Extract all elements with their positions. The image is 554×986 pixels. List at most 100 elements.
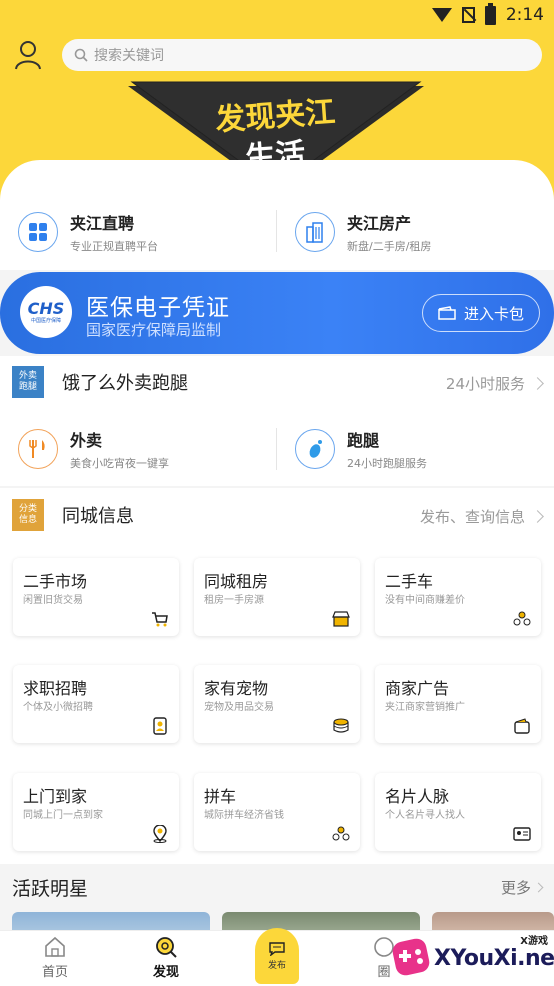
category-title: 求职招聘 xyxy=(23,679,88,698)
service-paotui[interactable]: 跑腿 24小时跑腿服务 xyxy=(295,427,427,471)
delivery-badge-line2: 跑腿 xyxy=(18,382,37,392)
category-title: 上门到家 xyxy=(23,787,88,806)
active-stars-more-label: 更多 xyxy=(500,879,531,897)
category-business-card[interactable]: 名片人脉 个人名片寻人找人 xyxy=(375,773,541,851)
chevron-right-icon xyxy=(531,510,544,523)
contact-icon xyxy=(153,717,167,735)
delivery-more-label: 24小时服务 xyxy=(445,375,525,393)
category-subtitle: 租房一手房源 xyxy=(204,595,264,606)
service-waimai-subtitle: 美食小吃宵夜一键享 xyxy=(70,457,169,470)
category-subtitle: 夹江商家营销推广 xyxy=(385,702,465,713)
service-zhipin-title: 夹江直聘 xyxy=(70,214,135,233)
people-icon xyxy=(332,826,350,841)
delivery-header: 外卖 跑腿 饿了么外卖跑腿 xyxy=(12,366,188,398)
category-used-car[interactable]: 二手车 没有中间商赚差价 xyxy=(375,558,541,636)
banner-title: 医保电子凭证 xyxy=(86,295,230,321)
medical-insurance-banner[interactable]: CHS 中国医疗保障 医保电子凭证 国家医疗保障局监制 进入卡包 xyxy=(0,272,554,354)
discover-icon xyxy=(156,937,177,958)
publish-label: 发布 xyxy=(267,960,286,971)
shop-icon xyxy=(332,611,350,627)
wallet-icon xyxy=(514,718,530,734)
city-info-title: 同城信息 xyxy=(62,506,134,527)
category-ads[interactable]: 商家广告 夹江商家营销推广 xyxy=(375,665,541,743)
home-icon xyxy=(45,936,65,957)
city-info-header: 分类 信息 同城信息 xyxy=(12,499,134,531)
status-time: 2:14 xyxy=(505,5,544,25)
category-title: 同城租房 xyxy=(204,572,269,591)
service-fangchan-subtitle: 新盘/二手房/租房 xyxy=(347,240,432,253)
service-waimai-title: 外卖 xyxy=(70,431,103,450)
category-subtitle: 个人名片寻人找人 xyxy=(385,810,465,821)
service-paotui-title: 跑腿 xyxy=(347,431,380,450)
watermark-small: X游戏 xyxy=(520,936,548,947)
delivery-more[interactable]: 24小时服务 xyxy=(445,373,544,394)
enter-card-label: 进入卡包 xyxy=(463,304,524,323)
tab-home-label: 首页 xyxy=(41,965,68,980)
category-jobs[interactable]: 求职招聘 个体及小微招聘 xyxy=(13,665,179,743)
service-fangchan[interactable]: 夹江房产 新盘/二手房/租房 xyxy=(295,210,431,254)
city-badge-line2: 信息 xyxy=(18,515,37,525)
service-waimai[interactable]: 外卖 美食小吃宵夜一键享 xyxy=(18,427,169,471)
category-title: 二手车 xyxy=(385,572,434,591)
category-subtitle: 宠物及用品交易 xyxy=(204,702,274,713)
no-sim-icon xyxy=(461,7,475,23)
category-subtitle: 同城上门一点到家 xyxy=(23,810,103,821)
category-title: 二手市场 xyxy=(23,572,88,591)
category-home-service[interactable]: 上门到家 同城上门一点到家 xyxy=(13,773,179,851)
active-stars-more[interactable]: 更多 xyxy=(500,877,544,898)
category-ershou-market[interactable]: 二手市场 闲置旧货交易 xyxy=(13,558,179,636)
card-icon xyxy=(513,827,531,841)
building-icon xyxy=(295,212,335,252)
category-subtitle: 个体及小微招聘 xyxy=(23,702,93,713)
category-pets[interactable]: 家有宠物 宠物及用品交易 xyxy=(194,665,360,743)
city-info-badge: 分类 信息 xyxy=(12,499,44,531)
coins-icon xyxy=(333,718,349,733)
divider xyxy=(276,428,277,470)
tab-discover[interactable]: 发现 xyxy=(136,936,196,980)
category-title: 名片人脉 xyxy=(385,787,450,806)
enter-card-button[interactable]: 进入卡包 xyxy=(422,294,540,332)
service-paotui-subtitle: 24小时跑腿服务 xyxy=(347,457,427,470)
city-badge-line1: 分类 xyxy=(18,504,37,514)
category-rent[interactable]: 同城租房 租房一手房源 xyxy=(194,558,360,636)
cart-icon xyxy=(152,612,168,627)
xyouxi-watermark: X游戏 XYouXi.net xyxy=(384,926,554,984)
publish-button[interactable]: 发布 xyxy=(255,928,299,984)
delivery-title: 饿了么外卖跑腿 xyxy=(62,373,188,394)
chevron-right-icon xyxy=(531,377,544,390)
banner-subtitle: 国家医疗保障局监制 xyxy=(86,321,222,339)
people-icon xyxy=(513,611,531,626)
service-zhipin-subtitle: 专业正规直聘平台 xyxy=(70,240,158,253)
tab-home[interactable]: 首页 xyxy=(25,936,85,980)
city-info-more[interactable]: 发布、查询信息 xyxy=(419,506,544,527)
user-profile-icon[interactable] xyxy=(14,40,42,70)
search-input[interactable]: 搜索关键词 xyxy=(62,39,542,71)
tab-discover-label: 发现 xyxy=(152,965,179,980)
apps-icon xyxy=(18,212,58,252)
delivery-badge-line1: 外卖 xyxy=(18,371,37,381)
active-stars-title: 活跃明星 xyxy=(12,878,89,900)
chs-logo-subtext: 中国医疗保障 xyxy=(30,317,61,324)
wifi-icon xyxy=(431,8,452,22)
service-fangchan-title: 夹江房产 xyxy=(347,214,412,233)
watermark-text: XYouXi.net xyxy=(434,946,554,971)
status-bar: 2:14 xyxy=(431,2,544,26)
divider xyxy=(276,210,277,252)
category-subtitle: 闲置旧货交易 xyxy=(23,595,83,606)
fork-knife-icon xyxy=(18,429,58,469)
category-subtitle: 没有中间商赚差价 xyxy=(385,595,465,606)
chat-bubble-icon xyxy=(269,941,285,956)
chs-logo-text: CHS xyxy=(27,298,65,318)
service-zhipin[interactable]: 夹江直聘 专业正规直聘平台 xyxy=(18,210,158,254)
location-icon xyxy=(153,825,167,843)
category-title: 拼车 xyxy=(204,787,237,806)
category-title: 商家广告 xyxy=(385,679,450,698)
category-carpool[interactable]: 拼车 城际拼车经济省钱 xyxy=(194,773,360,851)
wallet-card-icon xyxy=(438,306,456,320)
delivery-badge: 外卖 跑腿 xyxy=(12,366,44,398)
chevron-right-icon xyxy=(533,882,544,893)
gamepad-logo-icon xyxy=(392,938,430,976)
star-thumbnail[interactable] xyxy=(12,912,210,932)
category-subtitle: 城际拼车经济省钱 xyxy=(204,810,284,821)
city-info-more-label: 发布、查询信息 xyxy=(419,508,525,526)
